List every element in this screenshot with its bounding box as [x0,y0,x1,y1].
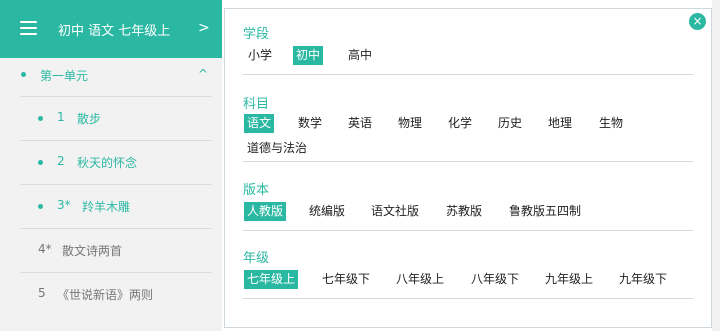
lesson-number: 1 [57,110,65,124]
lesson-title: 《世说新语》两则 [57,288,154,302]
lesson-item[interactable]: 5 《世说新语》两则 [0,272,212,316]
divider [20,184,212,185]
bullet-icon [21,72,26,77]
lesson-title: 散步 [77,112,102,126]
lesson-item[interactable]: 3* 羚羊木雕 [0,184,212,228]
unit-item[interactable]: 第一单元 ^ [0,58,212,94]
option-grade9-2[interactable]: 九年级下 [616,270,670,289]
bullet-icon [38,204,43,209]
bullet-icon [38,160,43,165]
divider [20,140,212,141]
option-renjiao[interactable]: 人教版 [244,202,287,221]
option-chinese[interactable]: 语文 [244,114,275,133]
section-title: 科目 [243,97,270,112]
option-math[interactable]: 数学 [295,114,325,133]
section-title: 版本 [243,183,270,198]
lesson-title: 羚羊木雕 [82,200,131,214]
option-primary[interactable]: 小学 [245,46,275,65]
divider [20,228,212,229]
divider [20,272,212,273]
option-grade7-2[interactable]: 七年级下 [319,270,373,289]
lesson-title: 散文诗两首 [62,244,123,258]
section-title: 学段 [243,27,270,42]
option-geography[interactable]: 地理 [545,114,575,133]
option-senior[interactable]: 高中 [345,46,375,65]
option-morality[interactable]: 道德与法治 [244,139,310,158]
lesson-number: 4* [38,242,52,256]
option-history[interactable]: 历史 [495,114,525,133]
lesson-item[interactable]: 4* 散文诗两首 [0,228,212,272]
lesson-number: 3* [57,198,71,212]
option-tongbian[interactable]: 统编版 [306,202,348,221]
option-sujiao[interactable]: 苏教版 [443,202,485,221]
filter-panel: × 学段 小学 初中 高中 科目 语文 数学 英语 物理 化学 历史 地理 生物… [224,8,712,328]
divider [243,298,693,299]
option-grade9-1[interactable]: 九年级上 [542,270,596,289]
divider [243,161,693,162]
section-title: 年级 [243,251,270,266]
divider [20,96,212,97]
option-biology[interactable]: 生物 [596,114,626,133]
header-title[interactable]: 初中 语文 七年级上 [58,20,170,39]
option-english[interactable]: 英语 [345,114,375,133]
lesson-item[interactable]: 2 秋天的怀念 [0,140,212,184]
option-physics[interactable]: 物理 [395,114,425,133]
grade-section: 年级 七年级上 七年级下 八年级上 八年级下 九年级上 九年级下 [243,247,693,307]
top-bar: 初中 语文 七年级上 > [0,0,222,58]
option-junior[interactable]: 初中 [293,46,324,65]
background-strip [712,0,720,331]
option-yuwenshe[interactable]: 语文社版 [368,202,422,221]
divider [243,230,693,231]
unit-label: 第一单元 [40,69,89,83]
bullet-icon [38,116,43,121]
option-grade7-1[interactable]: 七年级上 [244,270,299,289]
sidebar: 初中 语文 七年级上 > 第一单元 ^ 1 散步 2 秋天的怀念 3* 羚羊木雕… [0,0,222,331]
lesson-title: 秋天的怀念 [77,156,138,170]
option-grade8-1[interactable]: 八年级上 [393,270,447,289]
option-chemistry[interactable]: 化学 [445,114,475,133]
chevron-right-icon[interactable]: > [198,20,210,36]
option-lujiao[interactable]: 鲁教版五四制 [506,202,584,221]
subject-section: 科目 语文 数学 英语 物理 化学 历史 地理 生物 道德与法治 [243,93,693,163]
lesson-item[interactable]: 1 散步 [0,96,212,140]
lesson-number: 5 [38,286,46,300]
option-grade8-2[interactable]: 八年级下 [468,270,522,289]
menu-icon[interactable] [20,21,37,35]
divider [243,74,693,75]
lesson-number: 2 [57,154,65,168]
chevron-up-icon[interactable]: ^ [198,67,208,81]
stage-section: 学段 小学 初中 高中 [243,23,693,83]
edition-section: 版本 人教版 统编版 语文社版 苏教版 鲁教版五四制 [243,179,693,239]
